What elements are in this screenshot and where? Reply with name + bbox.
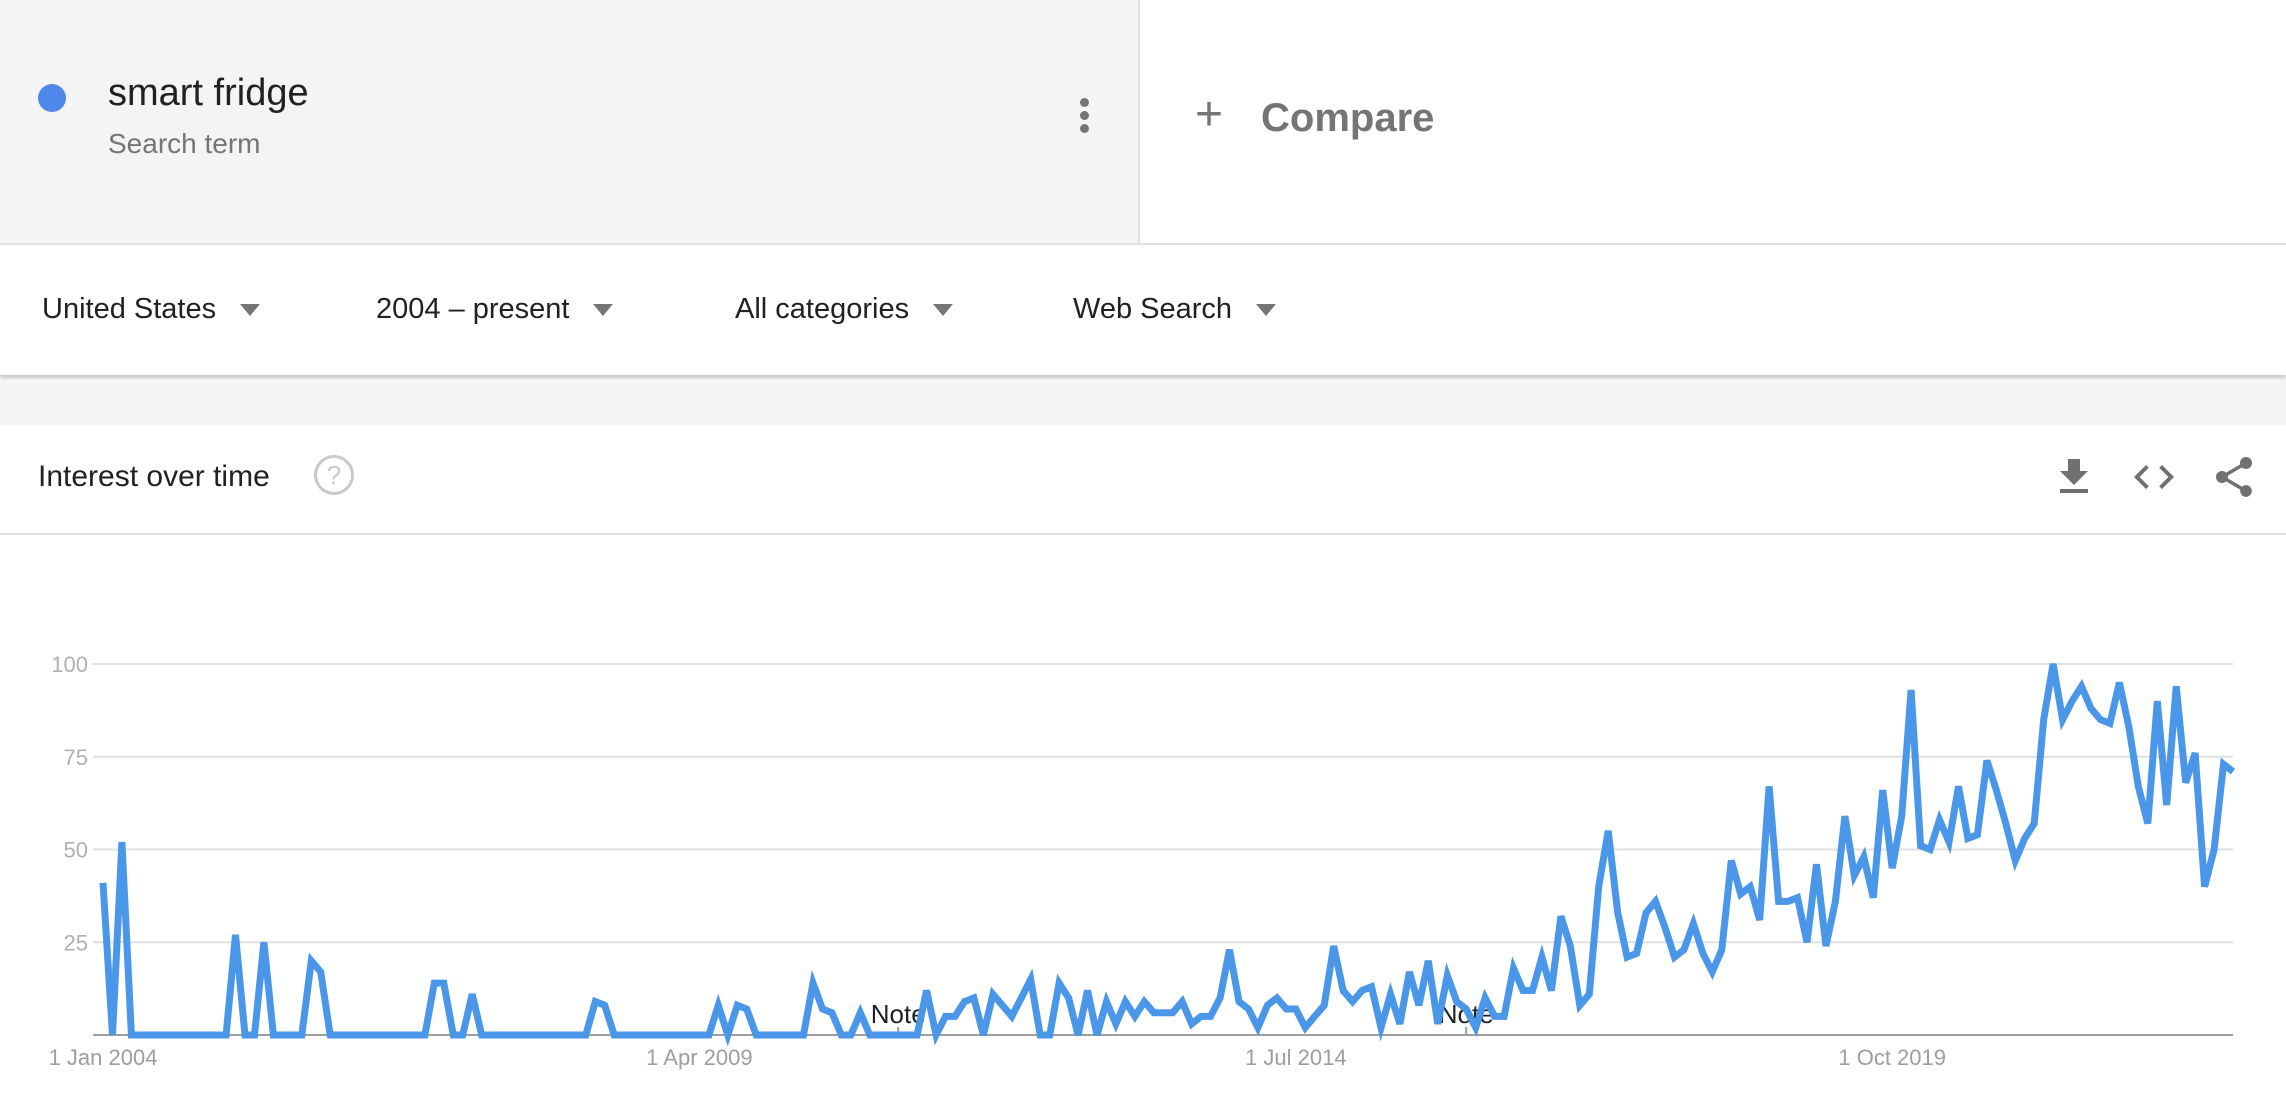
y-tick-label: 100 [51, 652, 88, 677]
x-tick-label: 1 Apr 2009 [646, 1045, 752, 1070]
y-tick-label: 25 [64, 930, 88, 955]
compare-label: Compare [1261, 96, 1435, 140]
dropdown-arrow-icon [1256, 303, 1277, 316]
search-type-filter-label: Web Search [1073, 293, 1233, 325]
x-tick-label: 1 Jan 2004 [49, 1045, 158, 1070]
search-type-filter[interactable]: Web Search [1073, 293, 1277, 326]
search-term-subtitle: Search term [108, 128, 261, 159]
more-vert-icon[interactable] [1072, 98, 1096, 138]
embed-code-icon[interactable] [2130, 453, 2178, 501]
comparison-header: smart fridge Search term + Compare [0, 0, 2286, 245]
category-filter[interactable]: All categories [735, 293, 954, 326]
y-tick-label: 75 [64, 745, 88, 770]
share-icon[interactable] [2210, 453, 2258, 501]
region-filter-label: United States [42, 293, 217, 325]
search-term-name: smart fridge [108, 72, 309, 114]
dropdown-arrow-icon [240, 303, 261, 316]
y-tick-label: 50 [64, 838, 88, 863]
time-range-filter-label: 2004 – present [376, 293, 570, 325]
interest-line-chart: 25 50 75 100 1 Jan 2004 1 Apr 2009 1 Jul 2014… [49, 652, 2236, 1070]
plus-icon: + [1195, 87, 1224, 141]
search-term-panel[interactable]: smart fridge Search term [0, 0, 1140, 243]
card-header: Interest over time ? [0, 425, 2286, 535]
filter-bar: United States 2004 – present All categor… [0, 245, 2286, 375]
card-title: Interest over time [38, 460, 270, 493]
download-icon[interactable] [2050, 453, 2098, 501]
dropdown-arrow-icon [933, 303, 954, 316]
x-tick-label: 1 Oct 2019 [1838, 1045, 1946, 1070]
x-tick-label: 1 Jul 2014 [1245, 1045, 1347, 1070]
time-range-filter[interactable]: 2004 – present [376, 293, 614, 326]
dropdown-arrow-icon [593, 303, 614, 316]
category-filter-label: All categories [735, 293, 910, 325]
compare-button[interactable]: + Compare [1195, 90, 1435, 141]
series-color-dot [38, 84, 66, 112]
help-icon[interactable]: ? [314, 455, 354, 495]
region-filter[interactable]: United States [42, 293, 261, 326]
